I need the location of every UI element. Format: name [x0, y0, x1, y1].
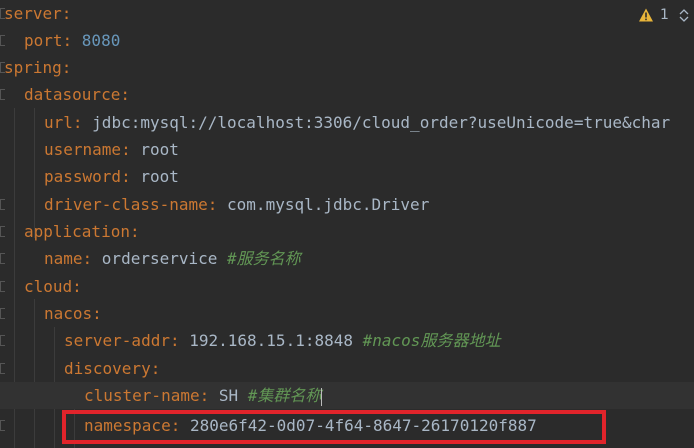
yaml-key: password: [44, 167, 122, 186]
yaml-key: port: [24, 31, 63, 50]
code-line[interactable]: name: orderservice #服务名称: [0, 245, 694, 272]
yaml-value: root: [140, 140, 179, 159]
yaml-value: 8080: [81, 31, 121, 50]
yaml-key: application: [24, 222, 130, 241]
fold-marker-icon[interactable]: [0, 281, 5, 292]
code-line[interactable]: server:: [0, 0, 694, 27]
code-line[interactable]: datasource:: [0, 81, 694, 108]
fold-marker-icon[interactable]: [0, 89, 5, 100]
yaml-key: server: [4, 4, 62, 23]
warning-count: 1: [660, 7, 669, 23]
code-line[interactable]: server-addr: 192.168.15.1:8848 #nacos服务器…: [0, 327, 694, 354]
code-line[interactable]: nacos:: [0, 300, 694, 327]
fold-marker-icon[interactable]: [0, 253, 5, 264]
fold-marker-icon[interactable]: [0, 226, 5, 237]
fold-marker-icon[interactable]: [0, 35, 5, 46]
code-line[interactable]: port: 8080: [0, 27, 694, 54]
yaml-comment: #服务名称: [227, 249, 301, 268]
code-line[interactable]: discovery:: [0, 355, 694, 382]
warning-triangle-icon: [639, 8, 653, 22]
code-line[interactable]: application:: [0, 218, 694, 245]
fold-marker-icon[interactable]: [0, 363, 5, 374]
yaml-value: com.mysql.jdbc.Driver: [227, 195, 430, 214]
yaml-key: discovery: [64, 359, 151, 378]
yaml-key: cloud: [24, 277, 73, 296]
yaml-key: name: [44, 249, 83, 268]
code-line[interactable]: url: jdbc:mysql://localhost:3306/cloud_o…: [0, 109, 694, 136]
code-line[interactable]: username: root: [0, 136, 694, 163]
yaml-key: nacos: [44, 304, 93, 323]
chevron-down-icon[interactable]: [679, 16, 689, 23]
code-line[interactable]: password: root: [0, 163, 694, 190]
chevron-up-icon[interactable]: [679, 8, 689, 15]
highlight-box: [62, 410, 606, 444]
yaml-key: datasource: [24, 85, 121, 104]
code-editor[interactable]: server: port: 8080 spring: datasource: u…: [0, 0, 694, 448]
yaml-value: SH: [218, 386, 239, 405]
code-line-current[interactable]: cluster-name: SH #集群名称: [0, 382, 694, 409]
code-line[interactable]: spring:: [0, 54, 694, 81]
yaml-key: server-addr: [64, 331, 170, 350]
yaml-comment: #nacos服务器地址: [362, 331, 501, 350]
text-caret: [321, 387, 323, 406]
yaml-key: username: [44, 140, 122, 159]
code-line[interactable]: cloud:: [0, 273, 694, 300]
fold-marker-icon[interactable]: [0, 335, 5, 346]
yaml-key: url: [44, 113, 73, 132]
code-line[interactable]: driver-class-name: com.mysql.jdbc.Driver: [0, 191, 694, 218]
fold-marker-icon[interactable]: [0, 420, 5, 431]
yaml-key: cluster-name: [84, 386, 200, 405]
yaml-key: spring: [4, 58, 62, 77]
fold-marker-icon[interactable]: [0, 308, 5, 319]
yaml-value: jdbc:mysql://localhost:3306/cloud_order?…: [92, 113, 671, 132]
fold-marker-icon[interactable]: [0, 199, 5, 210]
yaml-comment: #集群名称: [247, 386, 322, 405]
inspection-widget[interactable]: 1: [638, 4, 689, 26]
yaml-value: orderservice: [101, 249, 218, 268]
yaml-key: driver-class-name: [44, 195, 208, 214]
yaml-value: root: [140, 167, 179, 186]
yaml-value: 192.168.15.1:8848: [189, 331, 353, 350]
